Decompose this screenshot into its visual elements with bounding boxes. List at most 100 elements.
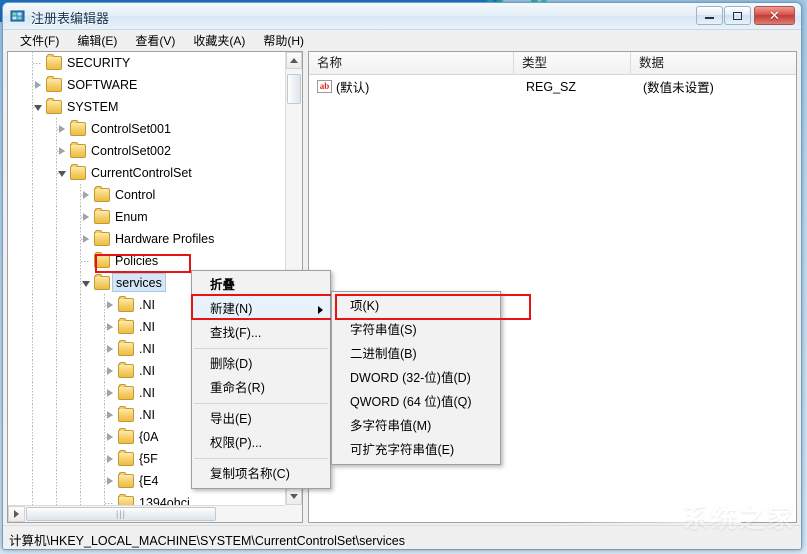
expand-arrow-icon[interactable] [104, 404, 116, 426]
column-header-data[interactable]: 数据 [631, 52, 796, 74]
submenu-item-字符串值S[interactable]: 字符串值(S) [332, 318, 500, 342]
context-menu-item-重命名R[interactable]: 重命名(R) [192, 376, 330, 400]
collapse-arrow-icon[interactable] [80, 272, 92, 294]
tree-node-software[interactable]: SOFTWARE [8, 74, 285, 96]
tree-guide-line [32, 426, 33, 448]
context-menu-item-折叠[interactable]: 折叠 [192, 273, 330, 297]
menu-item-help[interactable]: 帮助(H) [254, 30, 313, 51]
menu-item-favorites[interactable]: 收藏夹(A) [184, 30, 254, 51]
submenu-item-项K[interactable]: 项(K) [332, 294, 500, 318]
tree-node-label: {E4 [139, 474, 159, 488]
expand-arrow-icon[interactable] [104, 294, 116, 316]
tree-node-label: SECURITY [67, 56, 131, 70]
tree-node-1394ohci[interactable]: 1394ohci [8, 492, 285, 505]
menu-item-view[interactable]: 查看(V) [126, 30, 184, 51]
tree-node-system[interactable]: SYSTEM [8, 96, 285, 118]
tree-node-currentcontrolset[interactable]: CurrentControlSet [8, 162, 285, 184]
registry-editor-window: 注册表编辑器 ✕ 文件(F) 编辑(E) 查看(V) 收藏夹(A) 帮助(H) … [2, 2, 802, 550]
context-menu-item-删除D[interactable]: 删除(D) [192, 352, 330, 376]
submenu-item-QWORD64位值Q[interactable]: QWORD (64 位)值(Q) [332, 390, 500, 414]
tree-node-label: ControlSet002 [91, 144, 171, 158]
close-icon: ✕ [769, 7, 780, 23]
tree-node-label: .NI [139, 320, 155, 334]
scrollbar-corner [285, 505, 302, 522]
tree-guide-line [32, 118, 33, 140]
tree-guide-line [80, 316, 81, 338]
list-column-headers: 名称 类型 数据 [309, 52, 796, 75]
expand-arrow-icon[interactable] [104, 360, 116, 382]
tree-guide-line [32, 184, 33, 206]
value-row[interactable]: ab (默认) REG_SZ (数值未设置) [309, 75, 796, 98]
tree-guide-line [32, 294, 33, 316]
tree-guide-line [32, 338, 33, 360]
tree-scroll-up-button[interactable] [286, 52, 302, 69]
tree-scroll-right-button[interactable] [8, 506, 25, 522]
tree-node-label: services [112, 273, 166, 292]
folder-icon [46, 98, 62, 114]
folder-icon [118, 428, 134, 444]
tree-node-label: .NI [139, 364, 155, 378]
context-menu-item-复制项名称C[interactable]: 复制项名称(C) [192, 462, 330, 486]
menu-item-file[interactable]: 文件(F) [11, 30, 68, 51]
tree-guide-line [80, 492, 81, 505]
tree-node-security[interactable]: SECURITY [8, 52, 285, 74]
menu-separator [194, 403, 328, 404]
expand-arrow-icon[interactable] [56, 140, 68, 162]
new-submenu-items: 项(K) 字符串值(S) 二进制值(B) DWORD (32-位)值(D) QWORD … [332, 294, 500, 462]
expand-arrow-icon[interactable] [104, 426, 116, 448]
context-menu-item-新建N[interactable]: 新建(N) [192, 297, 330, 321]
tree-node-enum[interactable]: Enum [8, 206, 285, 228]
expand-arrow-icon[interactable] [80, 184, 92, 206]
expand-arrow-icon[interactable] [32, 74, 44, 96]
tree-guide-line [56, 250, 57, 272]
tree-scroll-down-button[interactable] [286, 488, 302, 505]
tree-node-hardwareprofiles[interactable]: Hardware Profiles [8, 228, 285, 250]
expand-arrow-icon[interactable] [56, 118, 68, 140]
folder-icon [70, 164, 86, 180]
scroll-thumb-grip-icon: ||| [115, 509, 127, 519]
tree-horizontal-scroll-thumb[interactable]: ||| [26, 507, 216, 521]
expand-arrow-icon[interactable] [104, 338, 116, 360]
folder-icon [94, 230, 110, 246]
folder-icon [94, 274, 110, 290]
menu-item-edit[interactable]: 编辑(E) [68, 30, 126, 51]
submenu-item-二进制值B[interactable]: 二进制值(B) [332, 342, 500, 366]
column-header-type[interactable]: 类型 [514, 52, 631, 74]
expand-arrow-icon[interactable] [80, 228, 92, 250]
expand-arrow-icon[interactable] [104, 316, 116, 338]
expand-arrow-icon[interactable] [104, 470, 116, 492]
tree-node-label: .NI [139, 342, 155, 356]
tree-guide-line [32, 272, 33, 294]
expand-arrow-icon[interactable] [104, 382, 116, 404]
column-header-name[interactable]: 名称 [309, 52, 514, 74]
context-menu-item-导出E[interactable]: 导出(E) [192, 407, 330, 431]
menu-separator [194, 348, 328, 349]
tree-node-label: Control [115, 188, 156, 202]
tree-node-controlset001[interactable]: ControlSet001 [8, 118, 285, 140]
context-menu-items: 折叠 新建(N) 查找(F)... 删除(D) 重命名(R) 导出(E) 权限(P)... 复… [192, 273, 330, 486]
collapse-arrow-icon[interactable] [32, 96, 44, 118]
tree-node-control[interactable]: Control [8, 184, 285, 206]
close-button[interactable]: ✕ [754, 6, 795, 25]
tree-horizontal-scrollbar[interactable]: ||| [8, 505, 285, 522]
minimize-button[interactable] [696, 6, 723, 25]
submenu-item-多字符串值M[interactable]: 多字符串值(M) [332, 414, 500, 438]
tree-guide-line [56, 294, 57, 316]
collapse-arrow-icon[interactable] [56, 162, 68, 184]
tree-guide-line [80, 404, 81, 426]
new-submenu: 项(K) 字符串值(S) 二进制值(B) DWORD (32-位)值(D) QWORD … [331, 291, 531, 465]
expand-arrow-icon[interactable] [80, 206, 92, 228]
folder-icon [46, 76, 62, 92]
context-menu-item-权限P[interactable]: 权限(P)... [192, 431, 330, 455]
tree-vertical-scroll-thumb[interactable] [287, 74, 301, 104]
submenu-item-可扩充字符串值E[interactable]: 可扩充字符串值(E) [332, 438, 500, 462]
context-menu-item-查找F[interactable]: 查找(F)... [192, 321, 330, 345]
tree-node-controlset002[interactable]: ControlSet002 [8, 140, 285, 162]
status-bar-path: 计算机\HKEY_LOCAL_MACHINE\SYSTEM\CurrentCon… [9, 534, 405, 548]
expand-arrow-icon[interactable] [104, 448, 116, 470]
folder-icon [118, 384, 134, 400]
maximize-button[interactable] [724, 6, 751, 25]
services-node-red-highlight [95, 254, 191, 273]
submenu-item-DWORD32位值D[interactable]: DWORD (32-位)值(D) [332, 366, 500, 390]
folder-icon [118, 340, 134, 356]
